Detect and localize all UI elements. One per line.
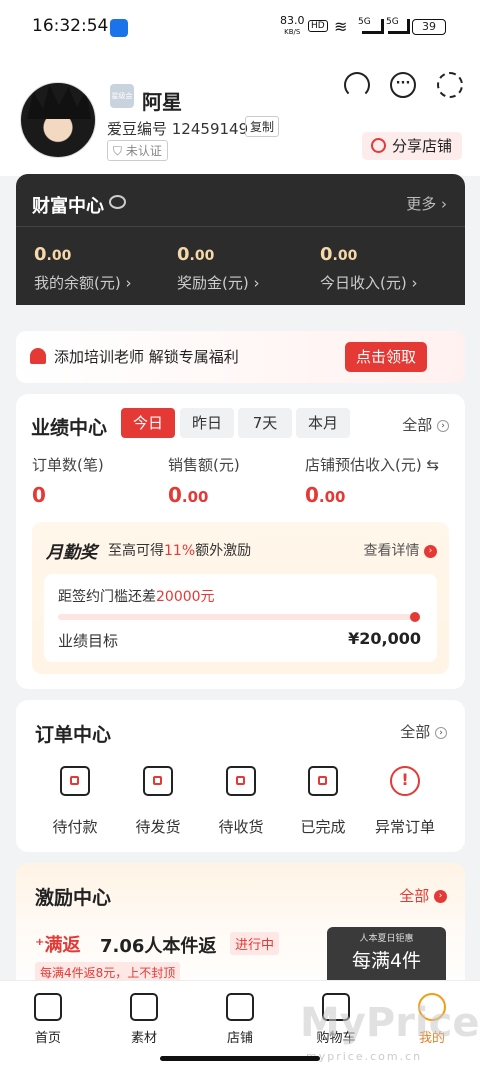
progress-knob	[410, 612, 420, 622]
monthly-reward-desc: 至高可得11%额外激励	[108, 543, 252, 559]
order-pending-payment[interactable]: 待付款	[40, 766, 110, 837]
target-value: ¥20,000	[348, 629, 421, 648]
wealth-center-card: 财富中心 更多 › 0.00 我的余额(元) › 0.00 奖励金(元) › 0…	[16, 174, 465, 305]
order-title: 订单中心	[35, 724, 112, 746]
balance-label[interactable]: 我的余额(元) ›	[34, 272, 131, 293]
order-pending-receipt[interactable]: 待收货	[206, 766, 276, 837]
target-label: 业绩目标	[58, 632, 119, 650]
view-detail-link[interactable]: 查看详情 ›	[364, 540, 437, 560]
est-income-value: 0.00	[305, 483, 346, 507]
tab-material[interactable]: 素材	[96, 993, 192, 1046]
share-store-button[interactable]: 分享店铺	[362, 132, 462, 160]
headset-icon[interactable]	[344, 72, 370, 98]
campaign-name[interactable]: 7.06人本件返	[100, 932, 216, 958]
threshold-gap-text: 距签约门槛还差20000元	[58, 589, 215, 605]
tab-7days[interactable]: 7天	[238, 408, 292, 438]
monthly-reward-logo: 月勤奖	[46, 543, 97, 563]
target-progress-box: 距签约门槛还差20000元 业绩目标 ¥20,000	[44, 574, 437, 662]
share-icon	[371, 138, 386, 153]
tab-yesterday[interactable]: 昨日	[180, 408, 234, 438]
divider	[16, 226, 465, 227]
status-time: 16:32:54	[32, 16, 109, 36]
wifi-icon: ≋	[334, 17, 348, 36]
battery-icon: 39	[412, 19, 446, 35]
orders-count-value: 0	[32, 483, 46, 507]
performance-all-link[interactable]: 全部 ›	[402, 414, 449, 435]
incentive-all-link[interactable]: 全部 ›	[399, 885, 447, 906]
est-income-label[interactable]: 店铺预估收入(元) ⇆	[305, 454, 439, 475]
watermark: MyPrice	[300, 1000, 480, 1046]
wealth-title: 财富中心	[32, 196, 104, 217]
monthly-reward-card: 月勤奖 至高可得11%额外激励 查看详情 › 距签约门槛还差20000元 业绩目…	[32, 522, 449, 674]
performance-center-card: 业绩中心 今日 昨日 7天 本月 全部 › 订单数(笔) 0 销售额(元) 0.…	[16, 394, 465, 689]
today-income-label[interactable]: 今日收入(元) ›	[320, 272, 417, 293]
eye-icon[interactable]	[109, 195, 126, 209]
chevron-right-icon: ›	[434, 890, 447, 903]
order-completed[interactable]: 已完成	[288, 766, 358, 837]
campaign-status-badge: 进行中	[230, 932, 280, 955]
user-name: 阿星	[142, 90, 182, 114]
orders-count-label: 订单数(笔)	[32, 456, 104, 474]
user-id: 爱豆编号 12459149	[107, 120, 249, 138]
tab-store[interactable]: 店铺	[192, 993, 288, 1046]
notification-app-icon	[110, 19, 128, 37]
campaign-tag: ⁺满返	[35, 935, 81, 956]
tab-home[interactable]: 首页	[0, 993, 96, 1046]
member-badge-icon: 星级会员	[110, 84, 134, 124]
avatar[interactable]	[20, 82, 96, 158]
order-pending-shipment[interactable]: 待发货	[123, 766, 193, 837]
bell-icon	[30, 348, 46, 364]
gear-icon[interactable]	[437, 72, 463, 98]
banner-text: 添加培训老师 解锁专属福利	[54, 348, 239, 366]
sales-label: 销售额(元)	[168, 456, 240, 474]
performance-title: 业绩中心	[31, 417, 108, 439]
home-icon	[34, 993, 62, 1021]
message-icon[interactable]: ···	[390, 72, 416, 98]
hd-icon: HD	[308, 20, 328, 32]
verify-status-badge[interactable]: ⛉ 未认证	[107, 140, 168, 161]
trainer-banner[interactable]: 添加培训老师 解锁专属福利 点击领取	[16, 331, 465, 383]
shield-icon: ⛉	[113, 144, 126, 158]
incentive-title: 激励中心	[35, 887, 112, 909]
copy-button[interactable]: 复制	[245, 116, 280, 137]
tab-today[interactable]: 今日	[121, 408, 175, 438]
package-icon	[143, 766, 173, 796]
tab-month[interactable]: 本月	[296, 408, 350, 438]
reward-label[interactable]: 奖励金(元) ›	[177, 272, 259, 293]
store-icon	[226, 993, 254, 1021]
chevron-right-icon: ›	[435, 726, 447, 739]
order-center-card: 订单中心 全部 › 待付款 待发货 待收货 已完成 ! 异常订单	[16, 700, 465, 852]
profile-header: 星级会员 阿星 爱豆编号 12459149 复制 ⛉ 未认证 ··· 分享店铺	[0, 56, 480, 176]
order-abnormal[interactable]: ! 异常订单	[370, 766, 440, 837]
watermark-url: myprice.com.cn	[306, 1050, 423, 1063]
image-icon	[130, 993, 158, 1021]
today-income-value: 0.00	[320, 244, 358, 265]
check-doc-icon	[308, 766, 338, 796]
progress-track	[58, 614, 420, 620]
claim-button[interactable]: 点击领取	[345, 342, 427, 372]
home-indicator[interactable]	[160, 1056, 320, 1061]
chevron-right-icon: ›	[424, 544, 437, 558]
alert-icon: !	[390, 766, 420, 796]
truck-icon	[226, 766, 256, 796]
signal-bars-1-icon	[362, 19, 384, 34]
balance-value: 0.00	[34, 244, 72, 265]
signal-bars-2-icon	[388, 19, 410, 34]
wealth-more-link[interactable]: 更多 ›	[406, 193, 447, 214]
campaign-promo-image[interactable]: 人本夏日钜惠 每满4件	[327, 927, 446, 987]
order-all-link[interactable]: 全部 ›	[400, 721, 447, 742]
reward-value: 0.00	[177, 244, 215, 265]
wallet-icon	[60, 766, 90, 796]
status-bar: 16:32:54 83.0 KB/S HD ≋ 5G 5G 39	[0, 0, 480, 56]
network-speed: 83.0 KB/S	[280, 14, 305, 36]
sales-value: 0.00	[168, 483, 209, 507]
chevron-right-icon: ›	[437, 419, 449, 432]
